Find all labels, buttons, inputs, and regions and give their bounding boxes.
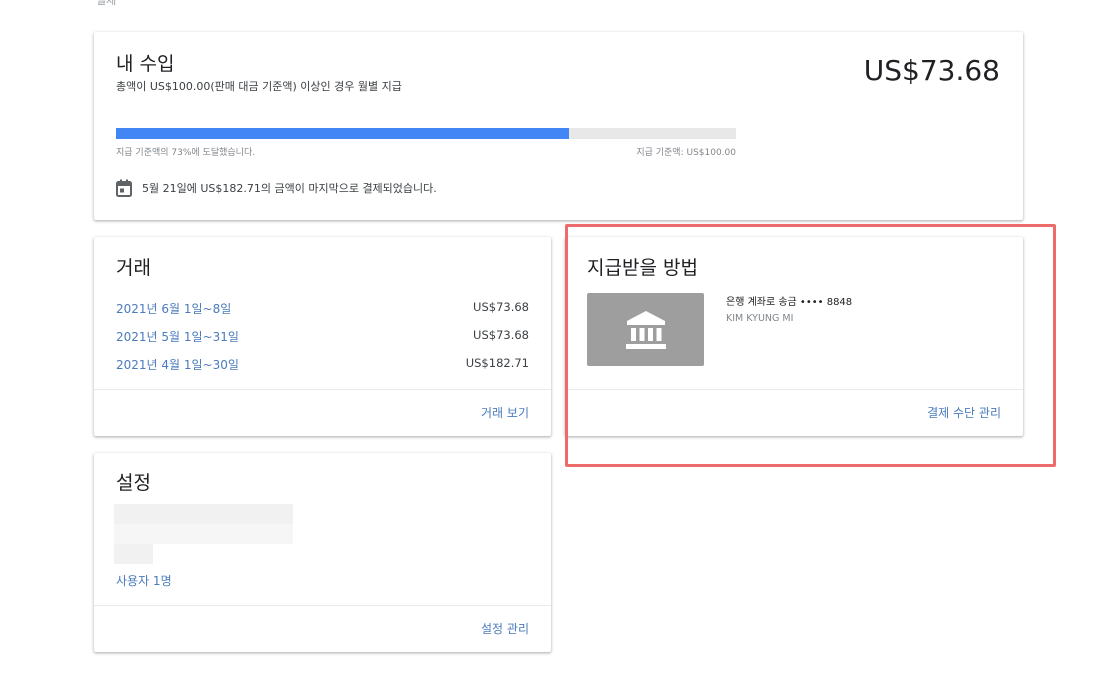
transaction-row: 2021년 5월 1일~31일 US$73.68 xyxy=(116,328,529,345)
card-divider xyxy=(94,605,551,606)
bank-tile xyxy=(587,293,704,366)
earnings-balance: US$73.68 xyxy=(863,54,1000,87)
redacted-info xyxy=(114,504,293,524)
manage-settings-link[interactable]: 설정 관리 xyxy=(481,620,529,637)
transaction-amount: US$73.68 xyxy=(473,300,529,314)
view-transactions-link[interactable]: 거래 보기 xyxy=(481,404,529,421)
transactions-title: 거래 xyxy=(116,257,151,279)
settings-card: 설정 사용자 1명 설정 관리 xyxy=(94,453,551,652)
progress-fill xyxy=(116,128,569,139)
transaction-period-link[interactable]: 2021년 5월 1일~31일 xyxy=(116,328,239,345)
last-payment-text: 5월 21일에 US$182.71의 금액이 마지막으로 결제되었습니다. xyxy=(142,182,437,195)
card-divider xyxy=(94,389,551,390)
transaction-period-link[interactable]: 2021년 6월 1일~8일 xyxy=(116,300,231,317)
manage-payment-methods-link[interactable]: 결제 수단 관리 xyxy=(927,404,1001,421)
redacted-info xyxy=(114,524,293,544)
users-link[interactable]: 사용자 1명 xyxy=(116,572,172,589)
payment-method-card: 지급받을 방법 은행 계좌로 송금 •••• 8848 KIM KYUNG MI… xyxy=(565,237,1023,436)
payment-threshold-progress xyxy=(116,128,736,139)
threshold-label: 지급 기준액: US$100.00 xyxy=(636,148,736,158)
settings-title: 설정 xyxy=(116,472,151,494)
transaction-row: 2021년 6월 1일~8일 US$73.68 xyxy=(116,300,529,317)
transaction-row: 2021년 4월 1일~30일 US$182.71 xyxy=(116,356,529,373)
bank-transfer-method: 은행 계좌로 송금 •••• 8848 xyxy=(726,297,853,308)
earnings-title: 내 수입 xyxy=(116,53,175,75)
truncated-header-text: 일체 xyxy=(96,0,117,7)
card-divider xyxy=(565,389,1023,390)
transactions-card: 거래 2021년 6월 1일~8일 US$73.68 2021년 5월 1일~3… xyxy=(94,237,551,436)
earnings-card: 내 수입 총액이 US$100.00(판매 대금 기준액) 이상인 경우 월별 … xyxy=(94,32,1023,220)
earnings-subtitle: 총액이 US$100.00(판매 대금 기준액) 이상인 경우 월별 지급 xyxy=(116,80,402,93)
payment-method-title: 지급받을 방법 xyxy=(587,257,698,279)
transaction-amount: US$182.71 xyxy=(465,356,529,370)
last-payment-info: 5월 21일에 US$182.71의 금액이 마지막으로 결제되었습니다. xyxy=(116,179,437,197)
account-holder-name: KIM KYUNG MI xyxy=(726,313,794,324)
calendar-icon xyxy=(116,179,132,197)
progress-status-label: 지급 기준액의 73%에 도달했습니다. xyxy=(116,148,256,158)
transaction-amount: US$73.68 xyxy=(473,328,529,342)
redacted-info xyxy=(114,544,153,564)
transaction-period-link[interactable]: 2021년 4월 1일~30일 xyxy=(116,356,239,373)
bank-icon xyxy=(625,310,666,349)
